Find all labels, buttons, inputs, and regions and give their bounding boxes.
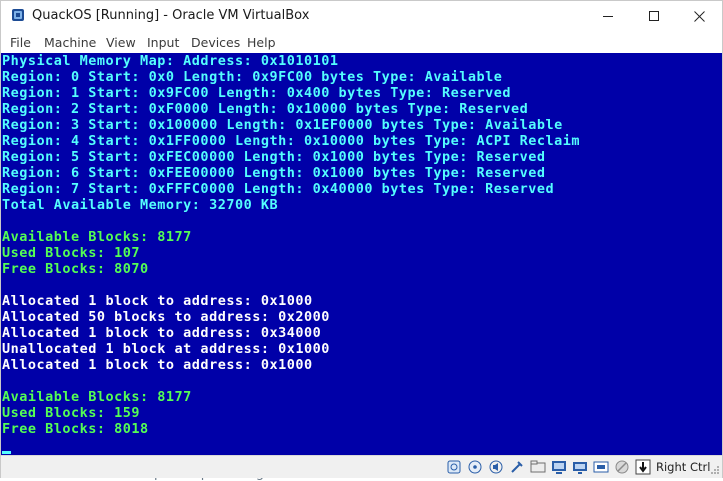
text-cursor bbox=[2, 451, 11, 454]
console-line: Region: 4 Start: 0x1FF0000 Length: 0x100… bbox=[2, 133, 581, 149]
console-line: Available Blocks: 8177 bbox=[2, 229, 192, 245]
menu-input[interactable]: Input bbox=[147, 35, 179, 50]
cpu-icon[interactable] bbox=[614, 459, 630, 475]
menu-view[interactable]: View bbox=[106, 35, 136, 50]
console-line: Region: 0 Start: 0x0 Length: 0x9FC00 byt… bbox=[2, 69, 503, 85]
status-bar: Right Ctrl bbox=[1, 455, 722, 478]
console-line: Available Blocks: 8177 bbox=[2, 389, 192, 405]
resize-grip-icon[interactable] bbox=[709, 464, 720, 475]
close-icon bbox=[693, 10, 705, 22]
menu-bar: File Machine View Input Devices Help bbox=[1, 31, 722, 53]
virtualbox-window: QuackOS [Running] - Oracle VM VirtualBox… bbox=[0, 0, 723, 478]
optical-drive-icon[interactable] bbox=[467, 459, 483, 475]
console-line: Region: 6 Start: 0xFEE00000 Length: 0x10… bbox=[2, 165, 546, 181]
menu-help[interactable]: Help bbox=[247, 35, 276, 50]
console-line: Region: 2 Start: 0xF0000 Length: 0x10000… bbox=[2, 101, 529, 117]
console-line: Allocated 1 block to address: 0x1000 bbox=[2, 357, 313, 373]
console-line: Allocated 50 blocks to address: 0x2000 bbox=[2, 309, 330, 325]
keyboard-arrow-icon[interactable] bbox=[635, 459, 651, 475]
console-line: Allocated 1 block to address: 0x34000 bbox=[2, 325, 322, 341]
audio-icon[interactable] bbox=[488, 459, 504, 475]
console-line: Region: 3 Start: 0x100000 Length: 0x1EF0… bbox=[2, 117, 563, 133]
console-line: Unallocated 1 block at address: 0x1000 bbox=[2, 341, 330, 357]
hard-disk-icon[interactable] bbox=[446, 459, 462, 475]
console-line: Physical Memory Map: Address: 0x1010101 bbox=[2, 53, 339, 69]
console-line: Region: 5 Start: 0xFEC00000 Length: 0x10… bbox=[2, 149, 546, 165]
maximize-button[interactable] bbox=[631, 1, 677, 31]
console-line: Total Available Memory: 32700 KB bbox=[2, 197, 279, 213]
menu-devices[interactable]: Devices bbox=[191, 35, 240, 50]
usb-icon[interactable] bbox=[509, 459, 525, 475]
network-icon[interactable] bbox=[572, 459, 588, 475]
minimize-icon bbox=[602, 15, 613, 17]
minimize-button[interactable] bbox=[585, 1, 631, 31]
menu-machine[interactable]: Machine bbox=[44, 35, 96, 50]
menu-file[interactable]: File bbox=[10, 35, 31, 50]
title-bar[interactable]: QuackOS [Running] - Oracle VM VirtualBox bbox=[1, 1, 722, 31]
vm-display[interactable]: Physical Memory Map: Address: 0x1010101 … bbox=[1, 53, 722, 455]
window-title: QuackOS [Running] - Oracle VM VirtualBox bbox=[32, 8, 310, 23]
shared-folders-icon[interactable] bbox=[530, 459, 546, 475]
virtualbox-icon bbox=[12, 9, 24, 21]
console-line: Free Blocks: 8018 bbox=[2, 421, 149, 437]
console-line: Used Blocks: 159 bbox=[2, 405, 141, 421]
console-line: Region: 7 Start: 0xFFFC0000 Length: 0x40… bbox=[2, 181, 555, 197]
console-line: Region: 1 Start: 0x9FC00 Length: 0x400 b… bbox=[2, 85, 512, 101]
display-icon[interactable] bbox=[551, 459, 567, 475]
console-line: Free Blocks: 8070 bbox=[2, 261, 149, 277]
close-button[interactable] bbox=[676, 1, 722, 31]
console-line: Allocated 1 block to address: 0x1000 bbox=[2, 293, 313, 309]
maximize-icon bbox=[648, 10, 659, 21]
console-line: Used Blocks: 107 bbox=[2, 245, 141, 261]
host-key-label: Right Ctrl bbox=[656, 460, 711, 474]
video-capture-icon[interactable] bbox=[593, 459, 609, 475]
